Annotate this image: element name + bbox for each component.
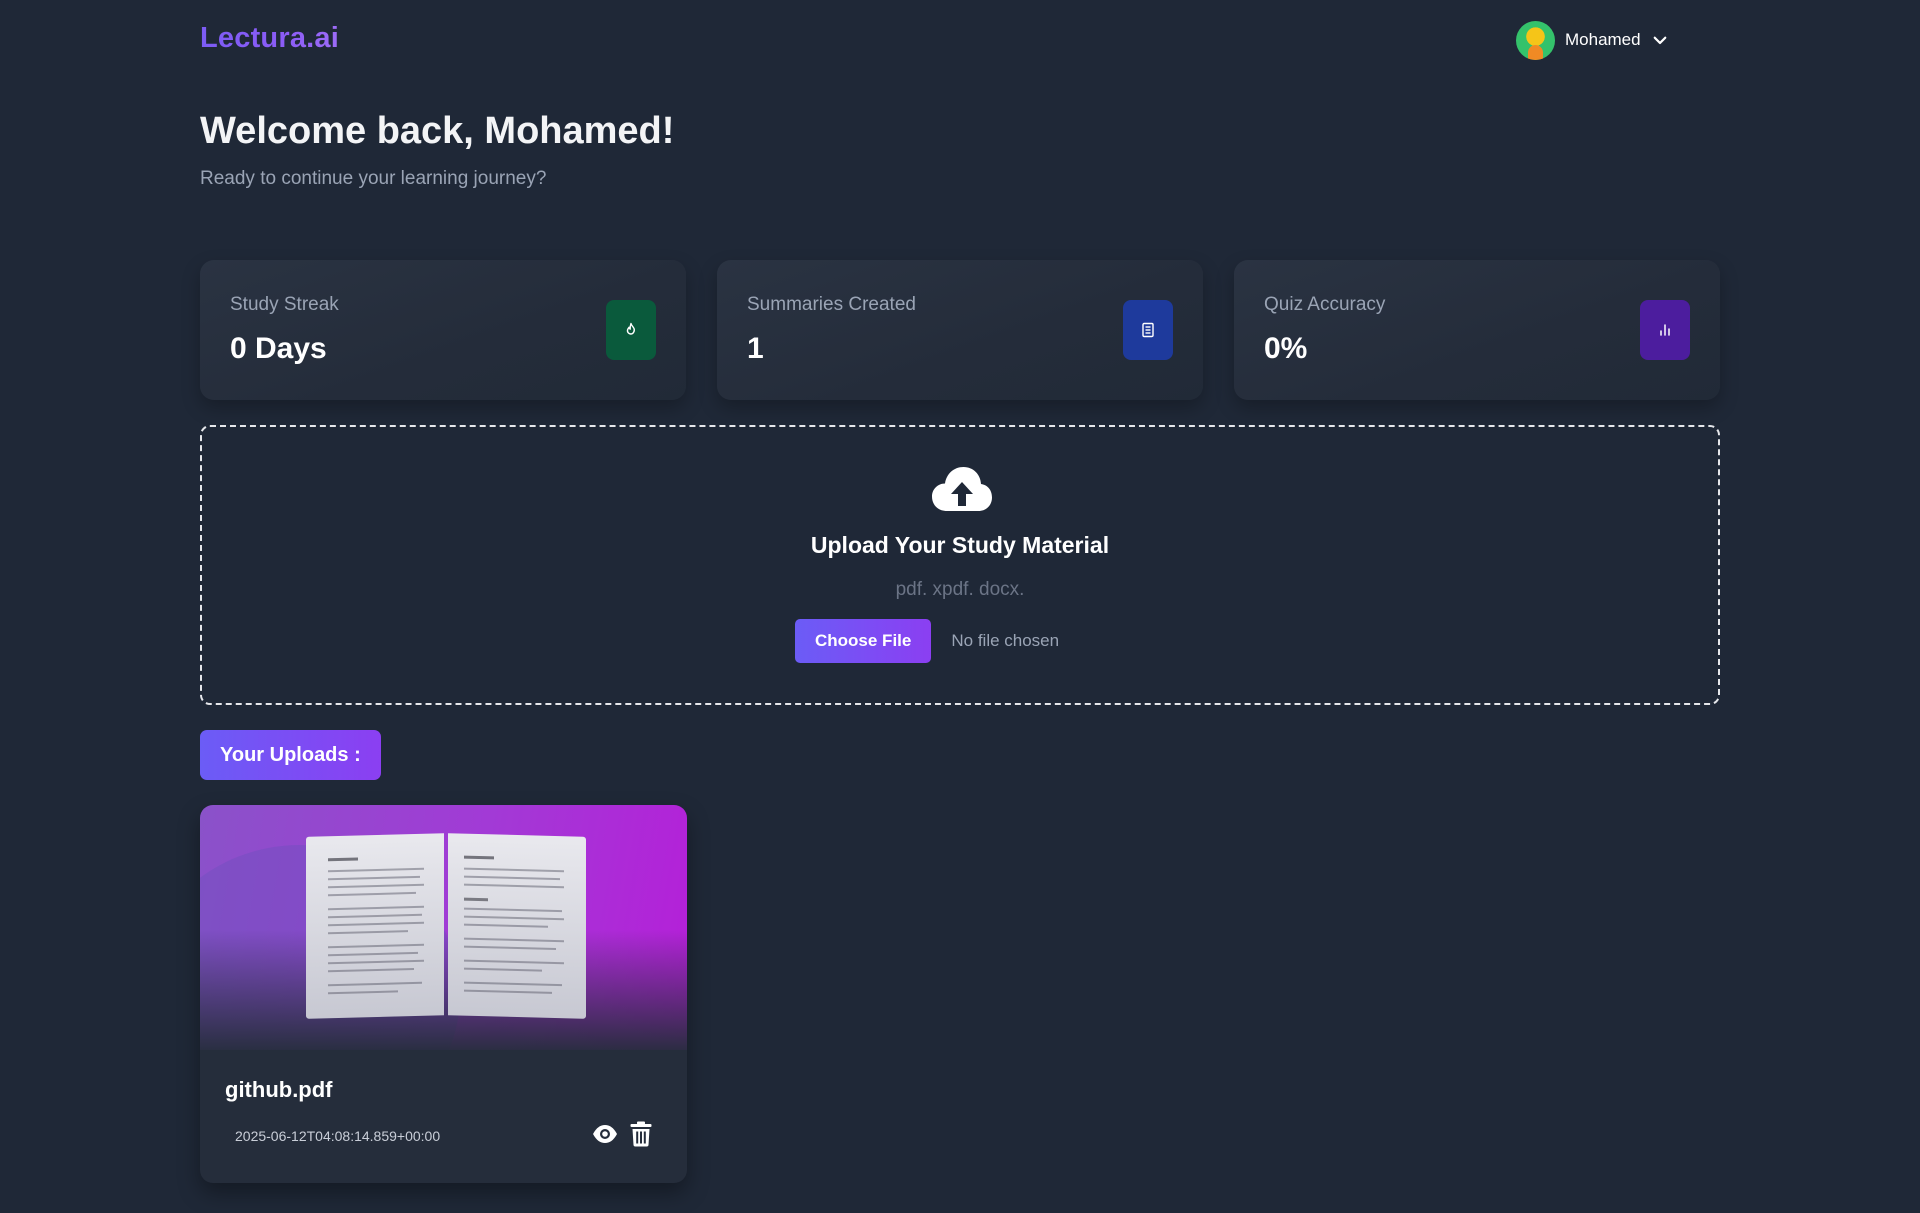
- file-input[interactable]: Choose File No file chosen: [795, 619, 1059, 663]
- chevron-down-icon[interactable]: [1651, 31, 1669, 49]
- file-name[interactable]: github.pdf: [225, 1077, 333, 1103]
- choose-file-button[interactable]: Choose File: [795, 619, 932, 663]
- file-status: No file chosen: [951, 631, 1060, 650]
- eye-icon[interactable]: [592, 1123, 618, 1145]
- file-upload-date: 2025-06-12T04:08:14.859+00:00: [235, 1128, 441, 1144]
- stat-card-summaries-created: Summaries Created 1: [717, 260, 1203, 400]
- page-title: Welcome back, Mohamed!: [200, 110, 675, 152]
- stat-icon-badge: [1123, 300, 1173, 360]
- stat-value: 0 Days: [230, 332, 327, 365]
- cloud-upload-icon: [932, 467, 992, 511]
- page-subtitle: Ready to continue your learning journey?: [200, 168, 547, 189]
- open-book-image: [306, 833, 586, 1025]
- stat-icon-badge: [1640, 300, 1690, 360]
- stat-label: Quiz Accuracy: [1264, 294, 1386, 315]
- bar-chart-icon: [1660, 324, 1670, 336]
- upload-dropzone[interactable]: Upload Your Study Material pdf. xpdf. do…: [200, 425, 1720, 705]
- file-thumbnail: [200, 805, 687, 1050]
- uploads-heading: Your Uploads :: [200, 730, 381, 780]
- stat-card-study-streak: Study Streak 0 Days: [200, 260, 686, 400]
- stat-label: Summaries Created: [747, 294, 916, 315]
- card-actions: [592, 1121, 652, 1147]
- trash-icon[interactable]: [630, 1121, 652, 1147]
- upload-title: Upload Your Study Material: [810, 532, 1110, 558]
- stat-label: Study Streak: [230, 294, 339, 315]
- user-avatar[interactable]: [1516, 20, 1555, 60]
- stat-value: 0%: [1264, 332, 1308, 365]
- flame-icon: [626, 322, 635, 335]
- dashboard-page: Lectura.ai Mohamed Welcome back, Mohamed…: [0, 0, 1920, 1213]
- upload-card[interactable]: github.pdf 2025-06-12T04:08:14.859+00:00: [200, 805, 687, 1183]
- document-icon: [1142, 322, 1154, 338]
- stat-icon-badge: [606, 300, 656, 360]
- upload-file-types: pdf. xpdf. docx.: [895, 579, 1025, 600]
- stat-value: 1: [747, 332, 764, 365]
- app-logo[interactable]: Lectura.ai: [200, 22, 339, 55]
- user-name: Mohamed: [1565, 30, 1641, 49]
- stat-card-quiz-accuracy: Quiz Accuracy 0%: [1234, 260, 1720, 400]
- user-menu[interactable]: Mohamed: [1516, 20, 1669, 60]
